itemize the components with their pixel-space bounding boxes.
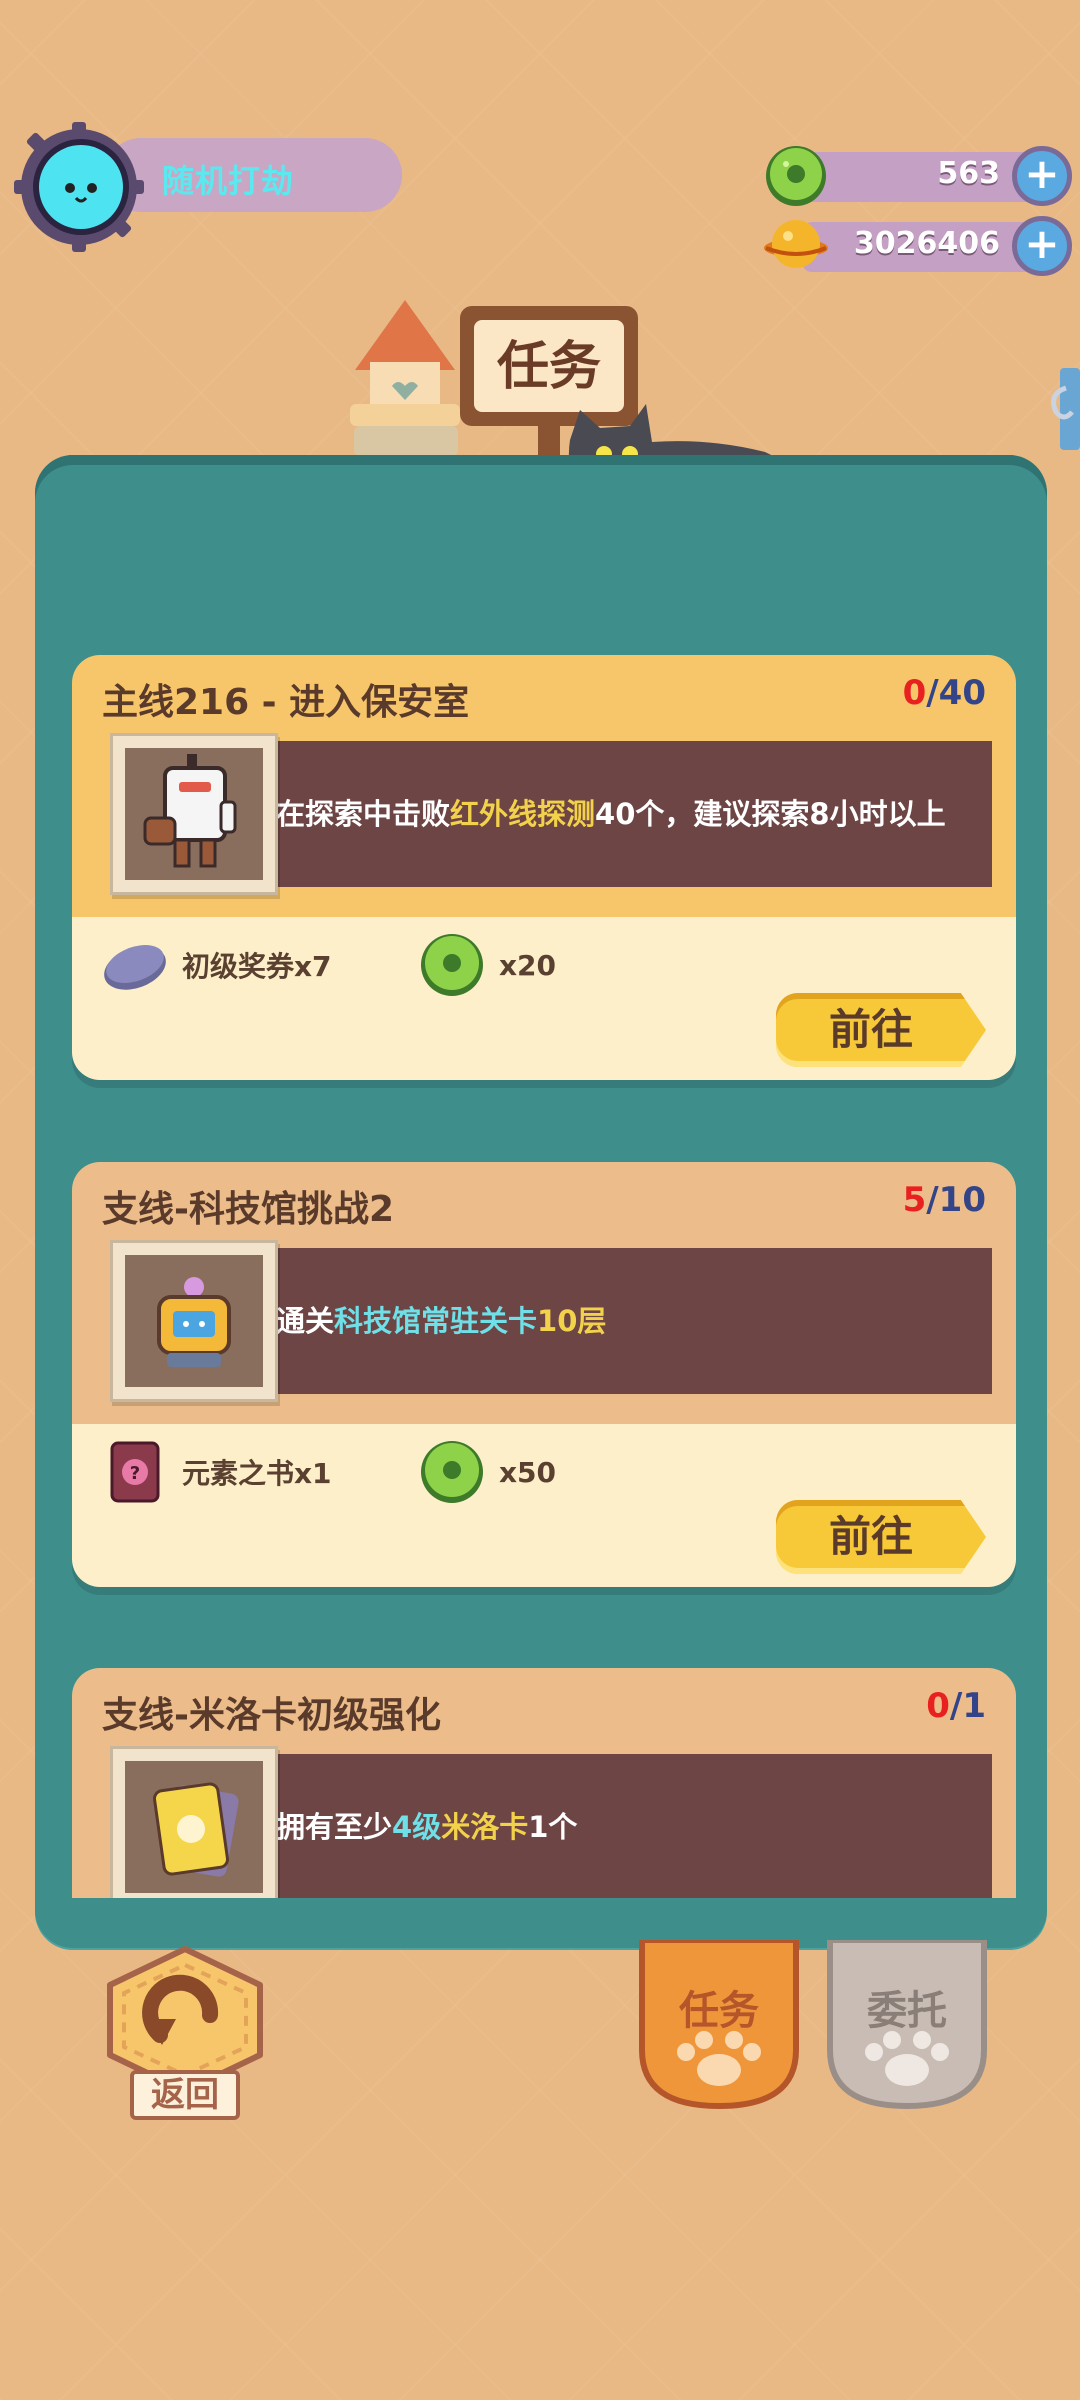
go-button[interactable]: 前往 xyxy=(776,993,986,1067)
reward-label: x50 xyxy=(499,1455,557,1489)
reward-item: x50 xyxy=(417,1437,556,1507)
quest-progress: 5/10 xyxy=(902,1180,986,1220)
quest-target-photo xyxy=(110,1240,278,1402)
quest-target-photo xyxy=(110,733,278,895)
quest-description: 在探索中击败红外线探测40个，建议探索8小时以上 xyxy=(276,797,946,831)
svg-text:?: ? xyxy=(130,1463,140,1484)
reward-label: 初级奖券x7 xyxy=(182,950,332,983)
quest-list[interactable]: 主线216 - 进入保安室 0/40 在探索中击败红外线探测40个，建议探索8小… xyxy=(0,0,1080,1898)
reward-item: ? 元素之书x1 xyxy=(100,1437,332,1507)
ticket-icon xyxy=(104,945,166,990)
reward-item: 初级奖券x7 xyxy=(100,930,332,1000)
tab-tasks[interactable]: 任务 xyxy=(638,1940,800,2110)
donut-coin-icon xyxy=(421,1441,483,1503)
reward-item: x20 xyxy=(417,930,556,1000)
quest-card-main: 主线216 - 进入保安室 0/40 在探索中击败红外线探测40个，建议探索8小… xyxy=(72,655,1016,1080)
card-icon xyxy=(153,1782,239,1877)
quest-card-side: 支线-米洛卡初级强化 0/1 拥有至少4级米洛卡1个 xyxy=(72,1668,1016,1898)
tab-tasks-label: 任务 xyxy=(679,1988,759,2034)
quest-target-photo xyxy=(110,1746,278,1898)
quest-title: 主线216 - 进入保安室 xyxy=(102,682,470,723)
quest-card-side: 支线-科技馆挑战2 5/10 通关科技馆常驻关卡10层 ? 元素之书x1 x50… xyxy=(72,1162,1016,1587)
go-button[interactable]: 前往 xyxy=(776,1500,986,1574)
reward-label: x20 xyxy=(499,948,557,982)
quest-title: 支线-科技馆挑战2 xyxy=(102,1189,394,1230)
reward-label: 元素之书x1 xyxy=(182,1457,332,1490)
tech-robot-icon xyxy=(157,1277,231,1367)
robot-enemy-icon xyxy=(143,754,237,868)
donut-coin-icon xyxy=(421,934,483,996)
quest-progress: 0/40 xyxy=(902,673,986,713)
quest-progress: 0/1 xyxy=(926,1686,986,1726)
back-label: 返回 xyxy=(130,2070,240,2120)
quest-description: 通关科技馆常驻关卡10层 xyxy=(276,1304,607,1338)
tab-commission-label: 委托 xyxy=(867,1988,947,2034)
quest-title: 支线-米洛卡初级强化 xyxy=(102,1695,441,1736)
quest-description: 拥有至少4级米洛卡1个 xyxy=(276,1810,578,1844)
element-book-icon: ? xyxy=(110,1441,160,1503)
back-button[interactable]: 返回 xyxy=(100,1945,270,2125)
tab-commission[interactable]: 委托 xyxy=(826,1940,988,2110)
